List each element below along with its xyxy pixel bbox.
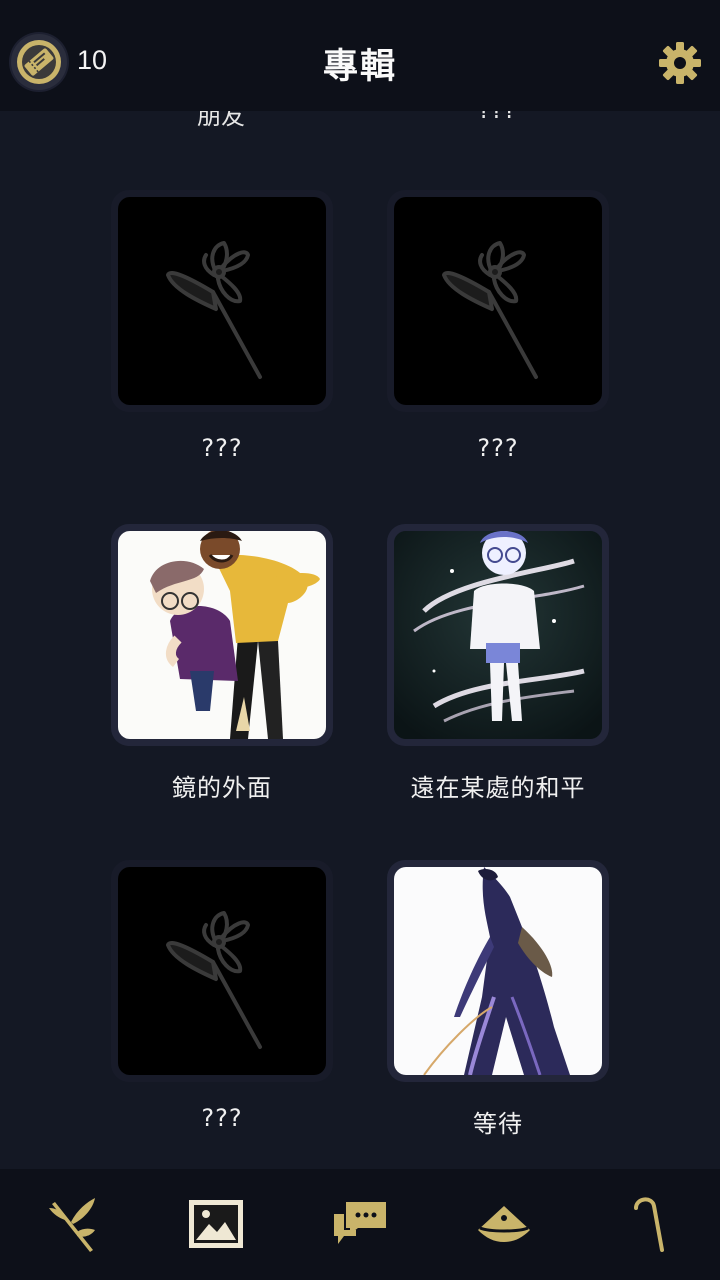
illustration-friends bbox=[118, 531, 326, 739]
flower-silhouette-icon bbox=[166, 241, 262, 379]
nav-cane-button[interactable] bbox=[618, 1194, 678, 1254]
album-label-1: ??? bbox=[201, 434, 243, 462]
illustration-tall-figure bbox=[394, 867, 602, 1075]
picture-icon bbox=[189, 1200, 243, 1248]
album-label-5: ??? bbox=[201, 1104, 243, 1132]
gear-icon[interactable] bbox=[658, 41, 702, 85]
locked-thumbnail bbox=[394, 197, 602, 405]
album-card-1[interactable] bbox=[111, 190, 333, 412]
hat-icon bbox=[478, 1206, 530, 1242]
flower-silhouette-icon bbox=[442, 241, 538, 379]
album-label-4: 遠在某處的和平 bbox=[410, 774, 586, 802]
album-label-3: 鏡的外面 bbox=[172, 774, 272, 802]
top-bar: 10 專輯 bbox=[0, 0, 720, 111]
album-screen: 朋友 ??? 10 專輯 bbox=[0, 0, 720, 1280]
nav-messages-button[interactable] bbox=[330, 1194, 390, 1254]
page-title: 專輯 bbox=[322, 47, 397, 87]
flower-silhouette-icon bbox=[166, 911, 262, 1049]
locked-thumbnail bbox=[118, 197, 326, 405]
nav-home-button[interactable] bbox=[43, 1194, 103, 1254]
sprout-icon bbox=[49, 1198, 95, 1252]
cane-icon bbox=[634, 1197, 664, 1252]
locked-thumbnail bbox=[118, 867, 326, 1075]
album-card-6[interactable] bbox=[387, 860, 609, 1082]
album-label-2: ??? bbox=[477, 434, 519, 462]
album-card-4[interactable] bbox=[387, 524, 609, 746]
bottom-nav bbox=[0, 1169, 720, 1280]
illustration-glowing-boy bbox=[394, 531, 602, 739]
nav-map-button[interactable] bbox=[474, 1194, 534, 1254]
album-card-3[interactable] bbox=[111, 524, 333, 746]
chat-icon bbox=[334, 1202, 386, 1244]
album-label-6: 等待 bbox=[473, 1110, 523, 1138]
nav-album-button[interactable] bbox=[186, 1194, 246, 1254]
album-card-2[interactable] bbox=[387, 190, 609, 412]
album-card-5[interactable] bbox=[111, 860, 333, 1082]
